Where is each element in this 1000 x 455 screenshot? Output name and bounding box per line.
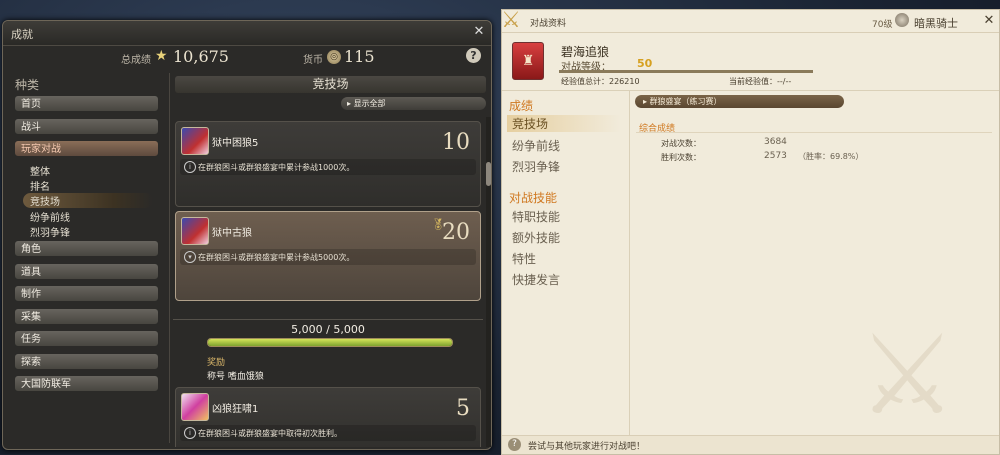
panel-divider [169,73,170,443]
achievement-description: 在群狼困斗或群狼盛宴中累计参战1000次。 [198,163,355,172]
progress-text: 5,000 / 5,000 [291,323,365,336]
reward-value: 称号 嗜血饿狼 [207,372,264,382]
achievement-points: 10 [442,130,470,155]
rank-exp-bar [559,70,813,73]
list-scrollbar[interactable] [486,117,491,447]
progress-fill [208,339,452,346]
mode-dropdown[interactable]: ▸ 群狼盛宴（练习赛） [635,95,844,108]
category-crafting[interactable]: 制作 [14,285,159,302]
current-exp: 当前经验值：--/-- [729,77,792,86]
nav-item-arena[interactable]: 竞技场 [507,115,621,132]
achievement-card-selected[interactable]: 🏅︎ 狱中古狼 20 ▾ 在群狼困斗或群狼盛宴中累计参战5000次。 [175,211,481,301]
wins-value: 2573 [764,151,787,161]
wolf-achievement-icon [181,217,209,245]
separator [173,319,483,320]
footer-hint: 尝试与其他玩家进行对战吧！ [528,442,646,452]
achievements-window: 成就 ✕ 总成绩 ★ 10,675 货币 ◎ 115 ? 种类 首页 战斗 玩家… [2,20,492,450]
currency-value: 115 [344,47,375,66]
nav-item-traits[interactable]: 特性 [512,250,536,267]
category-quests[interactable]: 任务 [14,330,159,347]
nav-item-extra-skills[interactable]: 额外技能 [512,229,560,246]
achievement-card[interactable]: 凶狼狂啸1 5 i 在群狼困斗或群狼盛宴中取得初次胜利。 [175,387,481,447]
crossed-swords-watermark-icon: ⚔ [858,311,957,439]
info-icon: i [184,427,196,439]
achievement-name: 狱中古狼 [212,228,252,239]
category-pvp[interactable]: 玩家对战 [14,140,159,157]
coin-icon: ◎ [327,50,341,64]
wins-label: 胜利次数： [661,153,701,162]
help-button[interactable]: ? [466,48,481,63]
achievement-description: 在群狼困斗或群狼盛宴中取得初次胜利。 [198,429,342,438]
wolf-achievement-icon [181,127,209,155]
total-score-value: 10,675 [173,47,229,66]
hint-footer: ? 尝试与其他玩家进行对战吧！ [502,435,999,454]
show-all-label: 显示全部 [353,99,386,108]
window-title: 对战资料 [530,19,567,29]
pvp-titlebar[interactable]: ⚔ 对战资料 70级 暗黑骑士 ✕ [501,8,999,33]
category-heading: 种类 [15,78,40,92]
info-icon: i [184,161,196,173]
category-grand-company[interactable]: 大国防联军 [14,375,159,392]
achievement-name: 凶狼狂啸1 [212,404,259,415]
character-level: 70级 [872,20,893,30]
currency-label: 货币 [303,55,323,66]
divider [636,132,992,133]
nav-item-frontline[interactable]: 纷争前线 [512,137,560,154]
total-exp: 经验值总计：226210 [561,77,640,86]
chevron-down-icon[interactable]: ▾ [184,251,196,263]
nav-heading-results: 成绩 [509,99,534,113]
category-character[interactable]: 角色 [14,240,159,257]
window-title: 成就 [11,28,33,41]
achievements-titlebar[interactable]: 成就 ✕ [3,21,491,46]
howling-wolf-achievement-icon [181,393,209,421]
star-icon: ★ [155,48,168,64]
achievement-card[interactable]: 狱中困狼5 10 i 在群狼困斗或群狼盛宴中累计参战1000次。 [175,121,481,207]
mode-label: 群狼盛宴（练习赛） [649,97,722,106]
achievement-name: 狱中困狼5 [212,138,259,149]
achievement-list[interactable]: 狱中困狼5 10 i 在群狼困斗或群狼盛宴中累计参战1000次。 🏅︎ 狱中古狼… [173,117,483,447]
category-gathering[interactable]: 采集 [14,308,159,325]
nav-item-rival-wings[interactable]: 烈羽争锋 [512,158,560,175]
nav-heading-pvp-skills: 对战技能 [509,191,558,205]
pvp-rank-emblem-icon: ♜ [512,42,544,80]
section-title: 竞技场 [175,76,486,93]
job-name: 暗黑骑士 [914,17,958,30]
category-home[interactable]: 首页 [14,95,159,112]
dark-knight-job-icon [895,13,909,27]
achievement-points: 20 [442,220,470,245]
subcategory-frontline[interactable]: 纷争前线 [30,209,70,224]
reward-label: 奖励 [207,358,226,368]
subcategory-arena[interactable]: 竞技场 [23,193,153,208]
progress-bar [207,338,453,347]
subcategory-overall[interactable]: 整体 [30,163,50,178]
total-score-label: 总成绩 [121,55,151,66]
settings-close-icon[interactable]: ✕ [981,13,997,29]
crossed-swords-icon: ⚔ [501,8,521,33]
matches-value: 3684 [764,137,787,147]
achievement-description: 在群狼困斗或群狼盛宴中累计参战5000次。 [198,253,355,262]
rank-exp-fill [559,70,813,73]
achievement-points: 5 [456,396,470,421]
show-all-dropdown[interactable]: ▸ 显示全部 [341,97,486,110]
achievement-summary: 总成绩 ★ 10,675 货币 ◎ 115 [3,45,491,69]
category-items[interactable]: 道具 [14,263,159,280]
subcategory-rival-wings[interactable]: 烈羽争锋 [30,224,70,239]
nav-item-job-skills[interactable]: 特职技能 [512,208,560,225]
category-battle[interactable]: 战斗 [14,118,159,135]
pvp-rank-value: 50 [637,57,653,70]
nav-item-quick-chat[interactable]: 快捷发言 [512,271,560,288]
question-icon: ? [508,438,521,451]
divider [502,90,999,91]
matches-label: 对战次数： [661,139,701,148]
subcategory-ranking[interactable]: 排名 [30,178,50,193]
category-exploration[interactable]: 探索 [14,353,159,370]
settings-close-icon[interactable]: ✕ [471,24,487,40]
win-rate: （胜率：69.8%） [798,152,864,161]
divider [629,90,630,436]
pvp-profile-window: ⚔ 对战资料 70级 暗黑骑士 ✕ ♜ 碧海追狼 对战等级： 50 经验值总计：… [501,8,1000,455]
scroll-thumb[interactable] [486,162,491,186]
